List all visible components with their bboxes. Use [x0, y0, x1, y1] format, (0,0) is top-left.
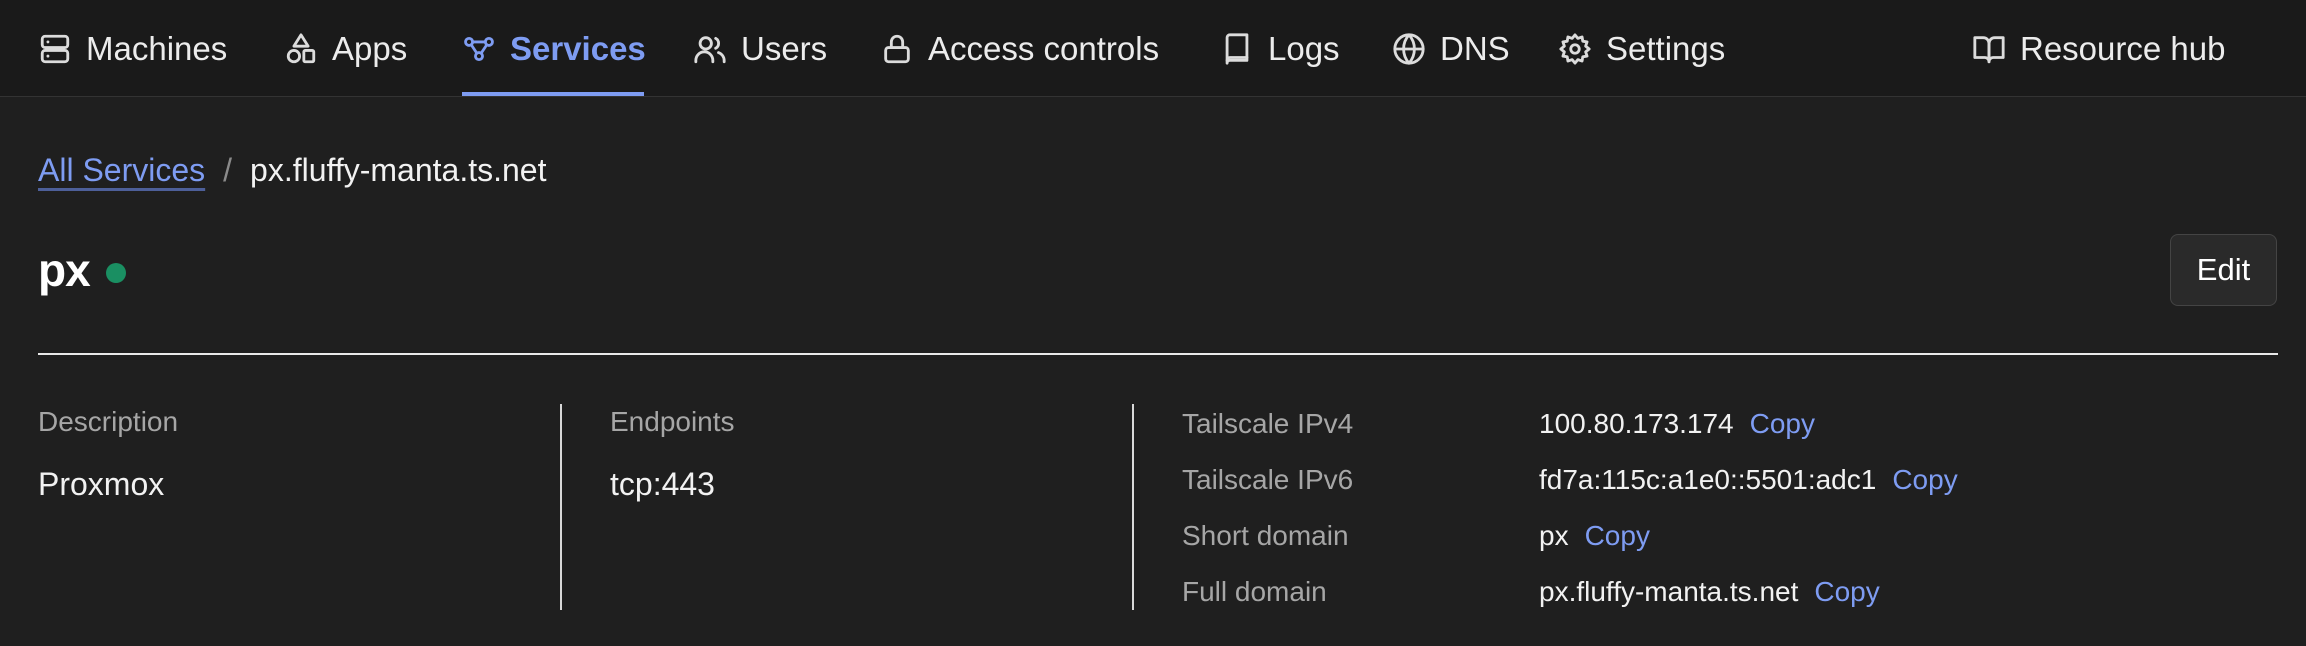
- active-tab-indicator: [462, 92, 644, 96]
- edit-button[interactable]: Edit: [2170, 234, 2277, 306]
- full-domain-value: px.fluffy-manta.ts.net: [1539, 576, 1799, 607]
- nav-item-machines[interactable]: Machines: [38, 0, 227, 97]
- status-dot: [105, 263, 126, 283]
- endpoints-value: tcp:443: [610, 466, 715, 502]
- book-icon: [1225, 32, 1249, 65]
- copy-full-domain-link[interactable]: Copy: [1814, 576, 1879, 608]
- info-row-ipv6: Tailscale IPv6 fd7a:115c:a1e0::5501:adc1…: [1182, 460, 1958, 500]
- info-label: Tailscale IPv6: [1182, 464, 1354, 495]
- info-label: Full domain: [1182, 576, 1327, 607]
- nav-item-apps[interactable]: Apps: [284, 0, 407, 97]
- nav-item-services[interactable]: Services: [462, 0, 646, 97]
- globe-icon: [1393, 32, 1425, 65]
- nav-item-label: Logs: [1268, 29, 1340, 67]
- nav-item-label: Apps: [332, 29, 408, 67]
- shapes-icon: [286, 32, 316, 63]
- nav-item-users[interactable]: Users: [693, 0, 827, 97]
- column-divider: [560, 404, 562, 610]
- breadcrumb-current: px.fluffy-manta.ts.net: [250, 151, 547, 188]
- page-title: px: [38, 244, 91, 296]
- nav-item-resource-hub[interactable]: Resource hub: [1972, 0, 2225, 97]
- description-label: Description: [38, 406, 179, 437]
- nav-item-label: Services: [510, 29, 646, 67]
- info-label: Short domain: [1182, 520, 1349, 551]
- description-value: Proxmox: [38, 466, 165, 502]
- nav-item-dns[interactable]: DNS: [1392, 0, 1510, 97]
- column-divider: [1132, 404, 1134, 610]
- nav-item-logs[interactable]: Logs: [1220, 0, 1340, 97]
- nav-item-label: Users: [741, 29, 828, 67]
- nav-item-label: DNS: [1440, 29, 1510, 67]
- breadcrumb: All Services / px.fluffy-manta.ts.net: [38, 148, 546, 192]
- breadcrumb-all-services-link[interactable]: All Services: [38, 152, 205, 189]
- ipv6-value: fd7a:115c:a1e0::5501:adc1: [1539, 464, 1877, 495]
- open-book-icon: [1973, 35, 2005, 63]
- services-icon: [464, 36, 494, 61]
- nav-item-access-controls[interactable]: Access controls: [880, 0, 1159, 97]
- ipv4-value: 100.80.173.174: [1539, 408, 1734, 439]
- nav-item-label: Machines: [86, 29, 228, 67]
- info-row-full-domain: Full domain px.fluffy-manta.ts.net Copy: [1182, 572, 1880, 612]
- top-nav: Machines Apps Services Users Access cont…: [0, 0, 2306, 97]
- users-icon: [694, 35, 726, 63]
- nav-item-settings[interactable]: Settings: [1558, 0, 1725, 97]
- copy-ipv4-link[interactable]: Copy: [1750, 408, 1815, 440]
- server-icon: [40, 34, 70, 63]
- copy-short-domain-link[interactable]: Copy: [1585, 520, 1650, 552]
- divider: [38, 353, 2278, 355]
- breadcrumb-separator: /: [223, 151, 233, 188]
- nav-item-label: Settings: [1606, 29, 1726, 67]
- short-domain-value: px: [1539, 520, 1569, 551]
- info-row-ipv4: Tailscale IPv4 100.80.173.174 Copy: [1182, 404, 1815, 444]
- endpoints-label: Endpoints: [610, 406, 735, 437]
- info-label: Tailscale IPv4: [1182, 408, 1354, 439]
- title-row: px: [38, 240, 126, 300]
- info-row-short-domain: Short domain px Copy: [1182, 516, 1650, 556]
- copy-ipv6-link[interactable]: Copy: [1892, 464, 1957, 496]
- nav-item-label: Resource hub: [2020, 29, 2226, 67]
- nav-item-label: Access controls: [928, 29, 1160, 67]
- gear-icon: [1559, 32, 1591, 65]
- lock-icon: [884, 34, 910, 63]
